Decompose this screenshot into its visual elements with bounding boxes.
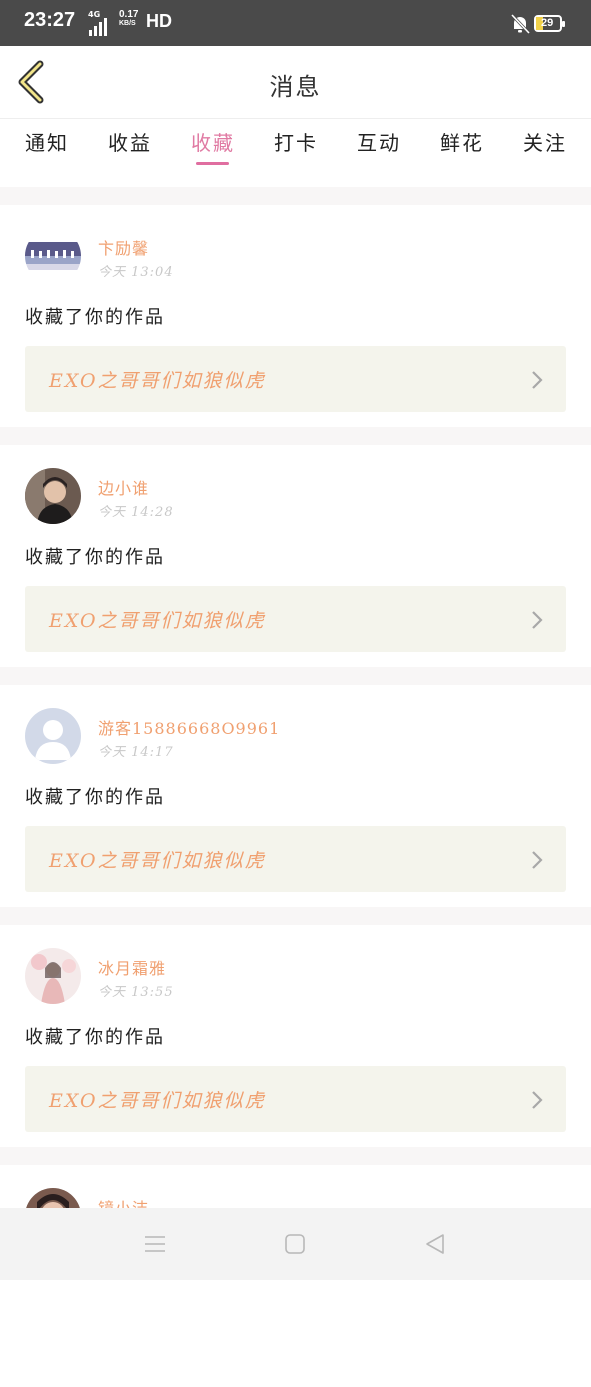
illustration-avatar[interactable]: [25, 948, 81, 1004]
battery-icon: 29: [534, 15, 565, 32]
battery-level: 29: [541, 17, 554, 29]
message-action: 收藏了你的作品: [25, 547, 165, 568]
work-link[interactable]: EXO之哥哥们如狼似虎: [25, 1066, 566, 1132]
work-title: EXO之哥哥们如狼似虎: [49, 610, 266, 632]
default-user-avatar[interactable]: [25, 708, 81, 764]
chevron-right-icon: [532, 851, 543, 869]
tab-bar: 通知 收益 收藏 打卡 互动 鲜花 关注: [0, 119, 591, 187]
message-time: 今天 13:55: [98, 985, 174, 1000]
header: 消息: [0, 46, 591, 119]
home-square-icon[interactable]: [282, 1232, 308, 1256]
system-nav-bar: [0, 1208, 591, 1280]
message-action: 收藏了你的作品: [25, 1027, 165, 1048]
user-name[interactable]: 游客15886668O9961: [98, 715, 280, 739]
message-time: 今天 14:28: [98, 505, 174, 520]
tab-favorites[interactable]: 收藏: [178, 127, 248, 156]
bell-off-icon: [510, 13, 531, 35]
speed-value: 0.17: [119, 9, 139, 20]
message-action: 收藏了你的作品: [25, 787, 165, 808]
message-time: 今天 14:17: [98, 745, 174, 760]
speed-unit: KB/S: [119, 20, 136, 27]
message-action: 收藏了你的作品: [25, 307, 165, 328]
message-time: 今天 13:04: [98, 265, 174, 280]
tab-earnings[interactable]: 收益: [95, 127, 165, 156]
user-name[interactable]: 冰月霜雅: [98, 955, 166, 979]
user-name[interactable]: 边小谁: [98, 475, 149, 499]
message-card: 边小谁 今天 14:28 收藏了你的作品 EXO之哥哥们如狼似虎: [0, 445, 591, 667]
tab-flowers[interactable]: 鲜花: [427, 127, 497, 156]
back-triangle-icon[interactable]: [422, 1232, 448, 1256]
hd-indicator: HD: [146, 11, 172, 31]
signal-icon: [89, 18, 113, 36]
person-photo-avatar[interactable]: [25, 468, 81, 524]
tab-checkin[interactable]: 打卡: [261, 127, 331, 156]
work-link[interactable]: EXO之哥哥们如狼似虎: [25, 586, 566, 652]
work-title: EXO之哥哥们如狼似虎: [49, 850, 266, 872]
active-tab-indicator: [196, 162, 229, 165]
status-time: 23:27: [24, 9, 76, 31]
message-card: 卞励馨 今天 13:04 收藏了你的作品 EXO之哥哥们如狼似虎: [0, 205, 591, 427]
chevron-right-icon: [532, 611, 543, 629]
page-title: 消息: [269, 73, 322, 101]
chevron-right-icon: [532, 1091, 543, 1109]
group-photo-avatar[interactable]: [25, 228, 81, 284]
status-bar: 23:27 4G 0.17 KB/S HD 29: [0, 0, 591, 46]
message-card: 游客15886668O9961 今天 14:17 收藏了你的作品 EXO之哥哥们…: [0, 685, 591, 907]
tab-interaction[interactable]: 互动: [344, 127, 414, 156]
tab-notification[interactable]: 通知: [12, 127, 82, 156]
network-speed: 0.17 KB/S: [119, 10, 138, 28]
user-name[interactable]: 卞励馨: [98, 235, 149, 259]
work-link[interactable]: EXO之哥哥们如狼似虎: [25, 346, 566, 412]
chevron-right-icon: [532, 371, 543, 389]
message-card: 冰月霜雅 今天 13:55 收藏了你的作品 EXO之哥哥们如狼似虎: [0, 925, 591, 1147]
work-title: EXO之哥哥们如狼似虎: [49, 370, 266, 392]
work-title: EXO之哥哥们如狼似虎: [49, 1090, 266, 1112]
menu-icon[interactable]: [142, 1232, 168, 1256]
tab-follow[interactable]: 关注: [510, 127, 580, 156]
work-link[interactable]: EXO之哥哥们如狼似虎: [25, 826, 566, 892]
